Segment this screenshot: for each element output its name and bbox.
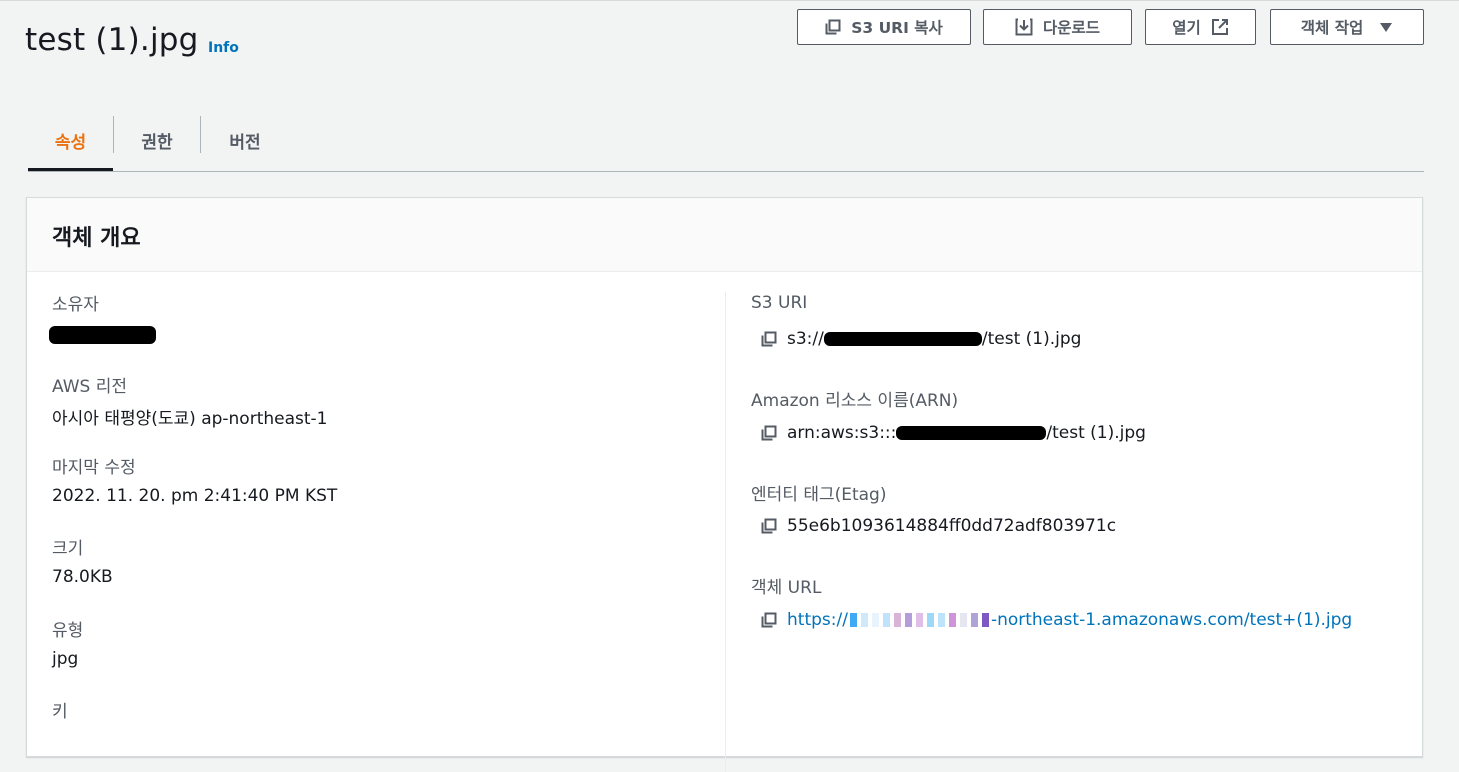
top-border: [0, 0, 1459, 1]
tab-versions[interactable]: 버전: [201, 110, 289, 170]
object-url-label: 객체 URL: [751, 578, 822, 598]
panel-header: 객체 개요: [27, 198, 1422, 272]
download-label: 다운로드: [1042, 19, 1101, 37]
type-label: 유형: [52, 621, 84, 641]
caret-down-icon: [1380, 23, 1393, 32]
copy-icon[interactable]: [761, 425, 777, 441]
info-link[interactable]: Info: [208, 40, 239, 56]
key-label: 키: [52, 702, 68, 722]
tab-permissions[interactable]: 권한: [114, 110, 200, 170]
owner-label: 소유자: [52, 295, 99, 315]
s3-uri-row: s3:// /test (1).jpg: [761, 329, 1081, 349]
etag-label: 엔터티 태그(Etag): [751, 485, 887, 505]
download-button[interactable]: 다운로드: [983, 9, 1132, 45]
region-value: 아시아 태평양(도쿄) ap-northeast-1: [52, 409, 328, 429]
column-divider: [725, 292, 726, 772]
s3-uri-label: S3 URI: [751, 293, 808, 313]
object-actions-label: 객체 작업: [1300, 19, 1364, 37]
size-label: 크기: [52, 539, 84, 559]
object-url-row: https:// -northeast-1.amazonaws.com/test+…: [761, 610, 1352, 630]
open-label: 열기: [1172, 19, 1201, 37]
last-modified-label: 마지막 수정: [52, 458, 136, 478]
copy-icon[interactable]: [761, 518, 777, 534]
etag-value: 55e6b1093614884ff0dd72adf803971c: [787, 516, 1117, 536]
download-icon: [1015, 18, 1033, 36]
arn-row: arn:aws:s3:::/test (1).jpg: [761, 423, 1146, 443]
open-button[interactable]: 열기: [1145, 9, 1256, 45]
region-label: AWS 리전: [52, 377, 127, 397]
s3-uri-suffix: /test (1).jpg: [981, 329, 1082, 349]
url-blurred-segment: [849, 613, 989, 627]
tab-list: 속성 권한 버전: [28, 110, 1424, 172]
s3-uri-prefix: s3://: [787, 329, 824, 349]
page-title: test (1).jpg: [25, 22, 199, 58]
s3-uri-value: s3:// /test (1).jpg: [787, 329, 1081, 349]
object-url-prefix: https://: [787, 610, 848, 630]
copy-s3-uri-label: S3 URI 복사: [851, 19, 943, 37]
object-url-link[interactable]: https:// -northeast-1.amazonaws.com/test+…: [787, 610, 1352, 630]
size-value: 78.0KB: [52, 567, 113, 587]
arn-value: arn:aws:s3:::/test (1).jpg: [787, 423, 1146, 443]
copy-icon: [825, 19, 841, 35]
object-actions-button[interactable]: 객체 작업: [1270, 9, 1424, 45]
copy-icon[interactable]: [761, 331, 777, 347]
object-url-suffix: -northeast-1.amazonaws.com/test+(1).jpg: [990, 610, 1353, 630]
arn-prefix: arn:aws:s3:::: [787, 423, 897, 443]
last-modified-value: 2022. 11. 20. pm 2:41:40 PM KST: [52, 486, 338, 506]
copy-icon[interactable]: [761, 612, 777, 628]
external-link-icon: [1211, 19, 1228, 35]
copy-s3-uri-button[interactable]: S3 URI 복사: [797, 9, 971, 45]
tab-properties[interactable]: 속성: [28, 110, 113, 171]
object-overview-panel: 객체 개요 소유자 AWS 리전 아시아 태평양(도쿄) ap-northeas…: [26, 197, 1423, 772]
bucket-redacted: [823, 332, 982, 346]
tabs-underline: [28, 171, 1424, 172]
etag-row: 55e6b1093614884ff0dd72adf803971c: [761, 516, 1116, 536]
panel-title: 객체 개요: [52, 226, 141, 251]
type-value: jpg: [52, 649, 79, 669]
arn-label: Amazon 리소스 이름(ARN): [751, 391, 959, 411]
arn-suffix: /test (1).jpg: [1046, 423, 1146, 443]
bucket-redacted: [896, 426, 1047, 440]
owner-redacted: [49, 326, 156, 344]
